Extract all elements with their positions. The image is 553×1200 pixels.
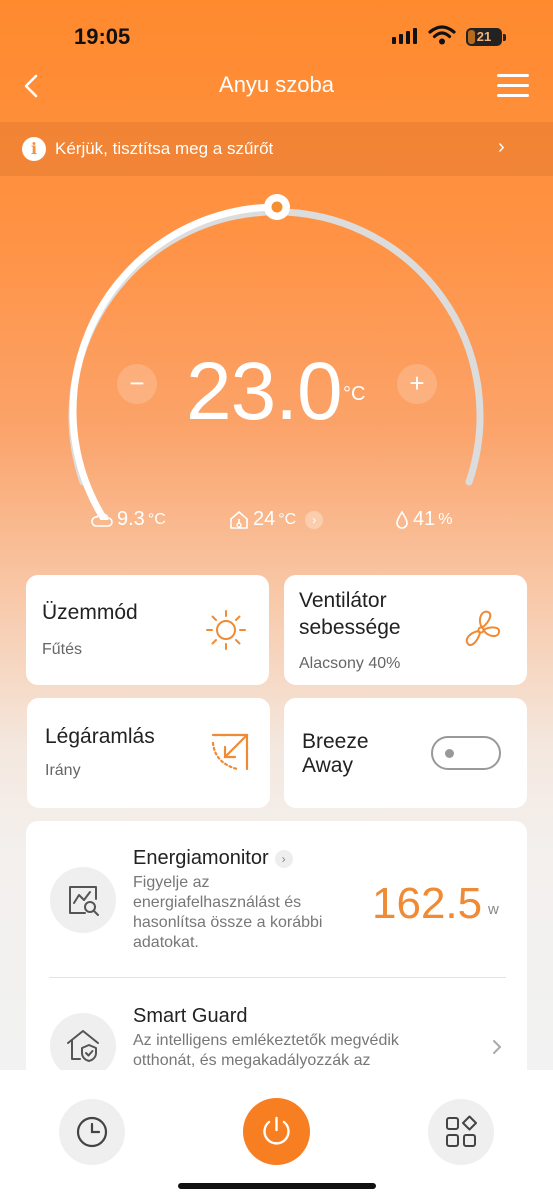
humidity-unit: % — [438, 510, 453, 528]
outdoor-temperature: 9.3 °C — [90, 508, 166, 531]
power-button[interactable] — [243, 1098, 310, 1165]
humidity: 41% — [394, 508, 452, 531]
filter-cleaning-banner[interactable]: i Kérjük, tisztítsa meg a szűrőt › — [0, 122, 553, 176]
clock-icon — [76, 1116, 108, 1148]
energy-desc-line: adatokat. — [133, 934, 199, 951]
mode-card[interactable]: Üzemmód Fűtés — [26, 575, 269, 685]
divider — [49, 977, 506, 978]
smart-guard-desc-line: Az intelligens emlékeztetők megvédik — [133, 1032, 399, 1049]
battery-level: 21 — [476, 29, 492, 44]
energy-unit: w — [488, 901, 499, 918]
decrease-temperature-button[interactable]: − — [117, 364, 157, 404]
fan-speed-title-line2: sebessége — [299, 616, 401, 639]
temperature-slider-handle[interactable] — [264, 194, 290, 220]
mode-title: Üzemmód — [42, 601, 138, 624]
fan-speed-value: Alacsony 40% — [299, 655, 401, 672]
airflow-card[interactable]: Légáramlás Irány — [27, 698, 270, 808]
page-title: Anyu szoba — [219, 72, 334, 97]
breeze-away-title-line2: Away — [302, 754, 353, 777]
bottom-action-bar — [0, 1070, 553, 1200]
breeze-away-title-line1: Breeze — [302, 730, 369, 753]
environment-stats: 9.3 °C 24 °C › 41% — [0, 508, 553, 538]
airflow-direction-icon — [211, 733, 249, 771]
energy-monitor-title: Energiamonitor › — [133, 847, 293, 870]
banner-text: Kérjük, tisztítsa meg a szűrőt — [55, 139, 274, 158]
smart-guard-description: Az intelligens emlékeztetők megvédik ott… — [133, 1031, 399, 1071]
humidity-value: 41 — [413, 508, 436, 530]
apps-grid-icon — [446, 1115, 477, 1147]
fan-speed-card[interactable]: Ventilátor sebessége Alacsony 40% — [284, 575, 527, 685]
fan-speed-title-line1: Ventilátor — [299, 589, 387, 612]
top-navigation: Anyu szoba — [0, 62, 553, 112]
features-card: Energiamonitor › Figyelje az energiafelha… — [26, 821, 527, 1081]
energy-desc-line: energiafelhasználást és — [133, 894, 302, 911]
schedule-button[interactable] — [59, 1099, 125, 1165]
menu-icon[interactable] — [497, 74, 529, 98]
status-bar: 19:05 21 — [0, 0, 553, 70]
breeze-away-title: Breeze Away — [302, 730, 369, 778]
battery-icon: 21 — [466, 28, 506, 46]
increase-temperature-button[interactable]: + — [397, 364, 437, 404]
breeze-away-toggle[interactable] — [431, 736, 501, 770]
fan-speed-title: Ventilátor sebessége — [299, 587, 401, 641]
wifi-icon — [428, 25, 456, 45]
chevron-right-icon: › — [274, 849, 293, 868]
cellular-signal-icon — [392, 28, 417, 44]
status-time: 19:05 — [74, 24, 131, 49]
energy-value: 162.5 — [372, 879, 483, 928]
breeze-away-card: Breeze Away — [284, 698, 527, 808]
cloud-icon — [91, 512, 113, 527]
smart-guard-desc-line: otthonát, és megakadályozzák az — [133, 1052, 371, 1069]
indoor-temperature-value: 24 — [253, 508, 276, 530]
chevron-right-icon: › — [305, 510, 324, 529]
airflow-value: Irány — [45, 762, 81, 779]
indoor-temperature[interactable]: 24 °C › — [228, 508, 324, 531]
energy-monitor-icon — [50, 867, 116, 933]
chevron-right-icon: › — [498, 136, 505, 158]
airflow-title: Légáramlás — [45, 725, 155, 748]
water-drop-icon — [396, 509, 408, 529]
energy-desc-line: Figyelje az — [133, 874, 210, 891]
power-icon — [263, 1116, 290, 1145]
sun-icon — [206, 610, 246, 650]
energy-monitor-description: Figyelje az energiafelhasználást és haso… — [133, 873, 322, 953]
temperature-setpoint: 23.0 — [186, 346, 343, 437]
outdoor-temperature-unit: °C — [147, 510, 166, 528]
energy-desc-line: hasonlítsa össze a korábbi — [133, 914, 323, 931]
chevron-right-icon — [493, 1040, 502, 1054]
home-indicator — [178, 1183, 376, 1189]
home-temperature-icon — [230, 510, 248, 529]
info-icon: i — [22, 137, 46, 161]
energy-monitor-title-text: Energiamonitor — [133, 847, 269, 869]
temperature-unit: °C — [343, 383, 366, 405]
indoor-temperature-unit: °C — [278, 510, 297, 528]
outdoor-temperature-value: 9.3 — [117, 508, 145, 530]
smart-guard-title: Smart Guard — [133, 1005, 248, 1027]
fan-icon — [465, 610, 501, 646]
mode-value: Fűtés — [42, 641, 83, 658]
apps-button[interactable] — [428, 1099, 494, 1165]
thermostat-dial: − 23.0 °C + — [0, 180, 553, 559]
